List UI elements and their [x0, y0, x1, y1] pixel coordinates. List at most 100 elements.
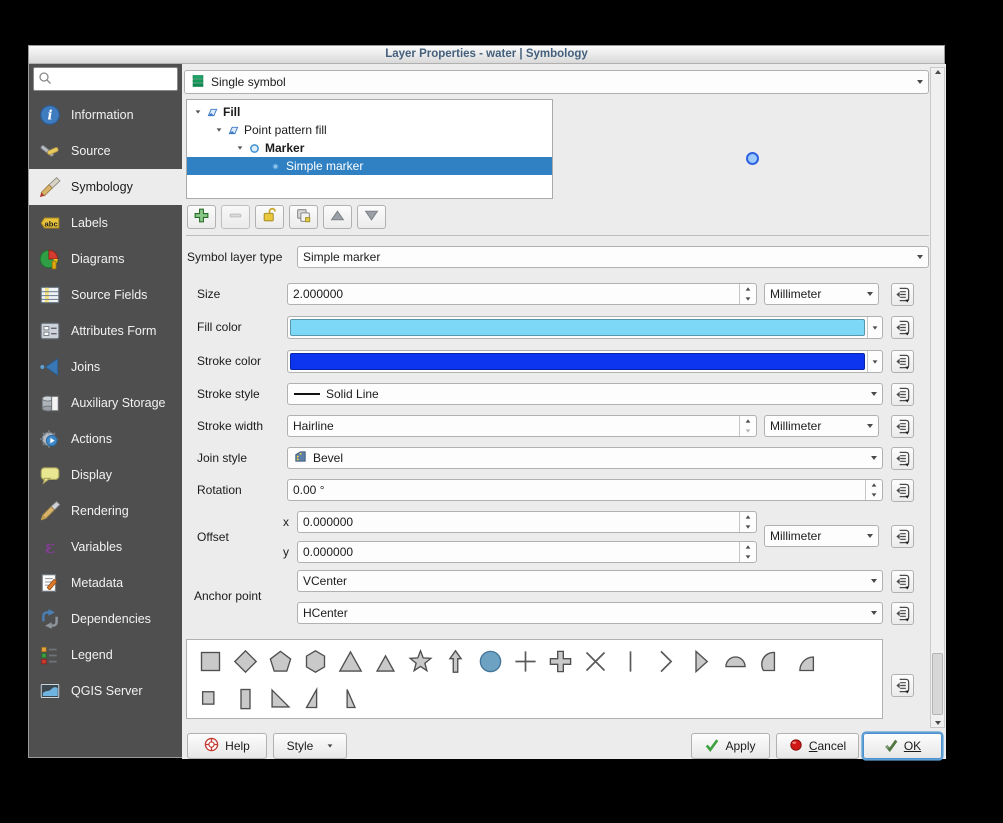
join-style-override-button[interactable] — [891, 447, 914, 470]
tree-expander-icon[interactable] — [191, 110, 205, 114]
stroke-style-combo[interactable]: Solid Line — [287, 383, 883, 405]
sidebar-item-diagrams[interactable]: Diagrams — [29, 241, 182, 277]
anchor-horizontal-override-button[interactable] — [891, 602, 914, 625]
stroke-style-override-button[interactable] — [891, 383, 914, 406]
shape-semicircle[interactable] — [718, 643, 753, 680]
lock-symbol-layer-button[interactable] — [255, 205, 284, 229]
shape-triangle[interactable] — [333, 643, 368, 680]
search-input[interactable] — [33, 67, 178, 91]
shape-half-square[interactable] — [228, 680, 263, 717]
spin-up-icon[interactable] — [740, 542, 756, 552]
shape-cross[interactable] — [508, 643, 543, 680]
offset-override-button[interactable] — [891, 525, 914, 548]
size-spinbox[interactable]: 2.000000 — [287, 283, 757, 305]
tree-item-marker[interactable]: Marker — [187, 139, 552, 157]
size-override-button[interactable] — [891, 283, 914, 306]
stroke-width-spinbox[interactable]: Hairline — [287, 415, 757, 437]
spin-down-icon[interactable] — [866, 490, 882, 500]
spin-down-icon[interactable] — [740, 552, 756, 562]
join-style-combo[interactable]: Bevel — [287, 447, 883, 469]
renderer-combo[interactable]: Single symbol — [184, 70, 929, 94]
shape-right-half-triangle[interactable] — [298, 680, 333, 717]
shape-line[interactable] — [613, 643, 648, 680]
shape-hexagon[interactable] — [298, 643, 333, 680]
chevron-down-icon[interactable] — [867, 317, 882, 338]
rotation-spinbox[interactable]: 0.00 ° — [287, 479, 883, 501]
sidebar-item-metadata[interactable]: Metadata — [29, 565, 182, 601]
sidebar-item-variables[interactable]: εVariables — [29, 529, 182, 565]
offset-unit-combo[interactable]: Millimeter — [764, 525, 879, 547]
sidebar-item-attributes-form[interactable]: Attributes Form — [29, 313, 182, 349]
remove-symbol-layer-button[interactable] — [221, 205, 250, 229]
shape-square[interactable] — [193, 643, 228, 680]
chevron-down-icon[interactable] — [867, 351, 882, 372]
shape-star[interactable] — [403, 643, 438, 680]
tree-expander-icon[interactable] — [212, 128, 226, 132]
rotation-override-button[interactable] — [891, 479, 914, 502]
move-down-symbol-layer-button[interactable] — [357, 205, 386, 229]
size-unit-combo[interactable]: Millimeter — [764, 283, 879, 305]
sidebar-item-information[interactable]: iInformation — [29, 97, 182, 133]
stroke-color-override-button[interactable] — [891, 350, 914, 373]
shape-left-half-triangle[interactable] — [333, 680, 368, 717]
tree-expander-icon[interactable] — [233, 146, 247, 150]
scroll-down-icon[interactable] — [931, 721, 944, 725]
tree-item-point-pattern-fill[interactable]: Point pattern fill — [187, 121, 552, 139]
shape-third-circle[interactable] — [753, 643, 788, 680]
sidebar-item-actions[interactable]: Actions — [29, 421, 182, 457]
anchor-vertical-override-button[interactable] — [891, 570, 914, 593]
apply-button[interactable]: Apply — [691, 733, 770, 759]
stroke-width-unit-combo[interactable]: Millimeter — [764, 415, 879, 437]
offset-y-spinbox[interactable]: 0.000000 — [297, 541, 757, 563]
tree-item-simple-marker[interactable]: Simple marker — [187, 157, 552, 175]
sidebar-item-rendering[interactable]: Rendering — [29, 493, 182, 529]
shape-quarter-circle[interactable] — [788, 643, 823, 680]
shape-quarter-square[interactable] — [193, 680, 228, 717]
spin-up-icon[interactable] — [740, 416, 756, 426]
spin-down-icon[interactable] — [740, 426, 756, 436]
sidebar-item-display[interactable]: Display — [29, 457, 182, 493]
duplicate-symbol-layer-button[interactable] — [289, 205, 318, 229]
stroke-color-button[interactable] — [287, 350, 883, 373]
fill-color-override-button[interactable] — [891, 316, 914, 339]
spin-up-icon[interactable] — [740, 512, 756, 522]
shape-arrow[interactable] — [438, 643, 473, 680]
shape-cross2[interactable] — [578, 643, 613, 680]
sidebar-item-qgis-server[interactable]: QGIS Server — [29, 673, 182, 709]
spin-up-icon[interactable] — [866, 480, 882, 490]
fill-color-button[interactable] — [287, 316, 883, 339]
add-symbol-layer-button[interactable] — [187, 205, 216, 229]
shape-cross-fill[interactable] — [543, 643, 578, 680]
shape-diagonal-half-square[interactable] — [263, 680, 298, 717]
shape-override-button[interactable] — [891, 674, 914, 697]
sidebar-item-auxiliary-storage[interactable]: Auxiliary Storage — [29, 385, 182, 421]
ok-button[interactable]: OK — [863, 733, 942, 759]
shape-equilateral-triangle[interactable] — [368, 643, 403, 680]
shape-pentagon[interactable] — [263, 643, 298, 680]
style-button[interactable]: Style — [273, 733, 347, 759]
sidebar-item-source-fields[interactable]: Source Fields — [29, 277, 182, 313]
shape-arrowhead[interactable] — [648, 643, 683, 680]
sidebar-item-symbology[interactable]: Symbology — [29, 169, 182, 205]
help-button[interactable]: Help — [187, 733, 267, 759]
sidebar-item-labels[interactable]: abcLabels — [29, 205, 182, 241]
stroke-width-override-button[interactable] — [891, 415, 914, 438]
shape-diamond[interactable] — [228, 643, 263, 680]
anchor-horizontal-combo[interactable]: HCenter — [297, 602, 883, 624]
spin-up-icon[interactable] — [740, 284, 756, 294]
sidebar-item-dependencies[interactable]: Dependencies — [29, 601, 182, 637]
scroll-up-icon[interactable] — [931, 70, 944, 74]
sidebar-item-source[interactable]: Source — [29, 133, 182, 169]
move-up-symbol-layer-button[interactable] — [323, 205, 352, 229]
vertical-scrollbar[interactable] — [930, 67, 945, 728]
sidebar-item-joins[interactable]: Joins — [29, 349, 182, 385]
cancel-button[interactable]: Cancel — [776, 733, 859, 759]
spin-down-icon[interactable] — [740, 294, 756, 304]
shape-filled-arrowhead[interactable] — [683, 643, 718, 680]
tree-item-fill[interactable]: Fill — [187, 103, 552, 121]
scrollbar-thumb[interactable] — [932, 653, 943, 715]
symbol-layer-type-combo[interactable]: Simple marker — [297, 246, 929, 268]
sidebar-item-legend[interactable]: Legend — [29, 637, 182, 673]
offset-x-spinbox[interactable]: 0.000000 — [297, 511, 757, 533]
shape-circle[interactable] — [473, 643, 508, 680]
